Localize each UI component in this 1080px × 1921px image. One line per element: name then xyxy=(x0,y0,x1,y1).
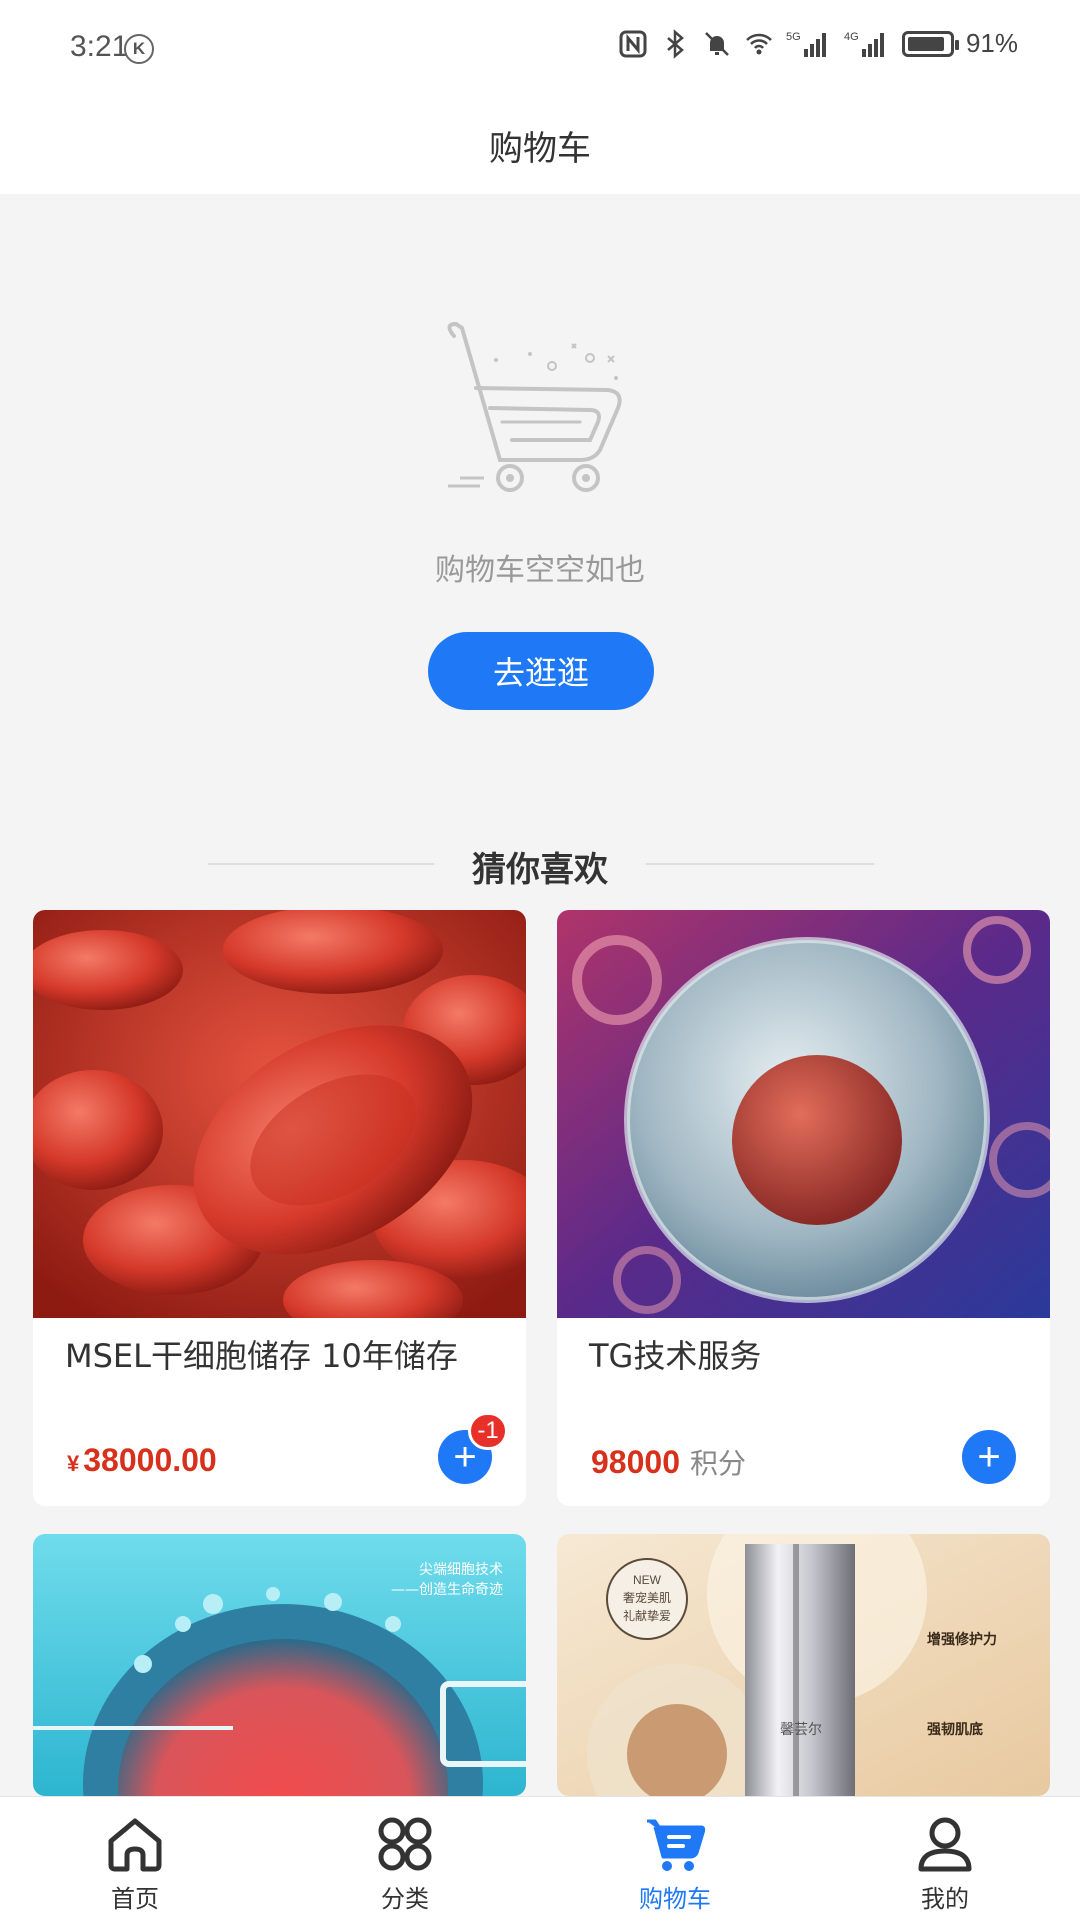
product-title: MSEL干细胞储存 10年储存 xyxy=(65,1337,458,1375)
product-card[interactable]: MSEL干细胞储存 10年储存 ¥38000.00 + -1 xyxy=(33,910,526,1506)
price-currency: ¥ xyxy=(67,1451,80,1476)
feature-text: 增强修护力 xyxy=(927,1631,997,1648)
brand-text: 馨芸尔 xyxy=(780,1722,822,1738)
mute-icon xyxy=(705,31,729,56)
product-image-skincare-bottle: 馨芸尔 NEW 奢宠美肌 礼献挚爱 增强修护力 强韧肌底 xyxy=(557,1534,1050,1796)
battery-percent: 91% xyxy=(965,28,1018,58)
product-image-cell-injection: 尖端细胞技术 ——创造生命奇迹 xyxy=(33,1534,526,1796)
tab-cart[interactable]: 购物车 xyxy=(540,1797,810,1921)
image-badge-text: NEW xyxy=(633,1573,662,1587)
wifi-icon xyxy=(746,33,772,54)
product-price: ¥38000.00 xyxy=(67,1442,217,1479)
battery-fill xyxy=(907,36,944,51)
product-card[interactable]: 馨芸尔 NEW 奢宠美肌 礼献挚爱 增强修护力 强韧肌底 xyxy=(557,1534,1050,1796)
feature-text: 强韧肌底 xyxy=(927,1721,983,1738)
image-caption: 尖端细胞技术 xyxy=(419,1562,503,1578)
k-badge-icon: K xyxy=(124,34,154,64)
category-icon xyxy=(378,1817,432,1871)
tab-profile[interactable]: 我的 xyxy=(810,1797,1080,1921)
product-image-stem-cell xyxy=(557,910,1050,1318)
status-bar: 3:21 K 5G 4G 91% xyxy=(0,0,1080,96)
price-value: 38000.00 xyxy=(83,1442,217,1478)
add-to-cart-button[interactable]: + -1 xyxy=(438,1412,508,1484)
recommend-header: 猜你喜欢 xyxy=(0,838,1080,890)
battery-icon xyxy=(901,30,959,57)
signal-4g-icon: 4G xyxy=(844,31,884,57)
signal-4g-text: 4G xyxy=(844,31,859,43)
tab-label: 我的 xyxy=(921,1885,969,1913)
signal-5g-icon: 5G xyxy=(786,31,826,57)
price-value: 98000 xyxy=(591,1444,680,1480)
plus-icon: + xyxy=(977,1435,1001,1479)
user-icon xyxy=(918,1817,972,1872)
tab-home[interactable]: 首页 xyxy=(0,1797,270,1921)
product-card[interactable]: TG技术服务 98000 积分 + xyxy=(557,910,1050,1506)
image-badge-text: 礼献挚爱 xyxy=(623,1608,671,1623)
tab-label: 购物车 xyxy=(639,1885,711,1913)
divider-right xyxy=(646,863,874,865)
empty-cart-illustration xyxy=(447,321,622,492)
price-unit: 积分 xyxy=(689,1447,746,1480)
product-price: 98000 积分 xyxy=(591,1442,746,1482)
nfc-icon xyxy=(619,30,647,57)
product-card[interactable]: 尖端细胞技术 ——创造生命奇迹 xyxy=(33,1534,526,1796)
product-title: TG技术服务 xyxy=(589,1337,762,1375)
empty-cart-message: 购物车空空如也 xyxy=(435,553,645,588)
image-caption: ——创造生命奇迹 xyxy=(391,1581,503,1598)
bottom-tab-bar: 首页 分类 购物车 我的 xyxy=(0,1796,1080,1921)
go-shopping-button[interactable]: 去逛逛 xyxy=(428,632,654,710)
add-to-cart-button[interactable]: + xyxy=(962,1430,1016,1484)
tab-label: 首页 xyxy=(111,1885,159,1913)
product-image-red-blood-cells xyxy=(33,910,526,1340)
recommend-title: 猜你喜欢 xyxy=(472,850,608,890)
signal-5g-text: 5G xyxy=(786,31,801,43)
home-icon xyxy=(108,1818,162,1872)
tab-label: 分类 xyxy=(381,1885,429,1913)
status-icons: 5G 4G 91% xyxy=(618,28,1018,59)
status-time: 3:21 xyxy=(70,30,129,63)
image-badge-text: 奢宠美肌 xyxy=(623,1590,671,1605)
tab-category[interactable]: 分类 xyxy=(270,1797,540,1921)
page-title: 购物车 xyxy=(489,128,591,169)
bluetooth-icon xyxy=(667,28,684,59)
cart-icon xyxy=(647,1819,706,1871)
page-header: 购物车 xyxy=(0,96,1080,194)
cart-count-badge: -1 xyxy=(468,1412,508,1450)
